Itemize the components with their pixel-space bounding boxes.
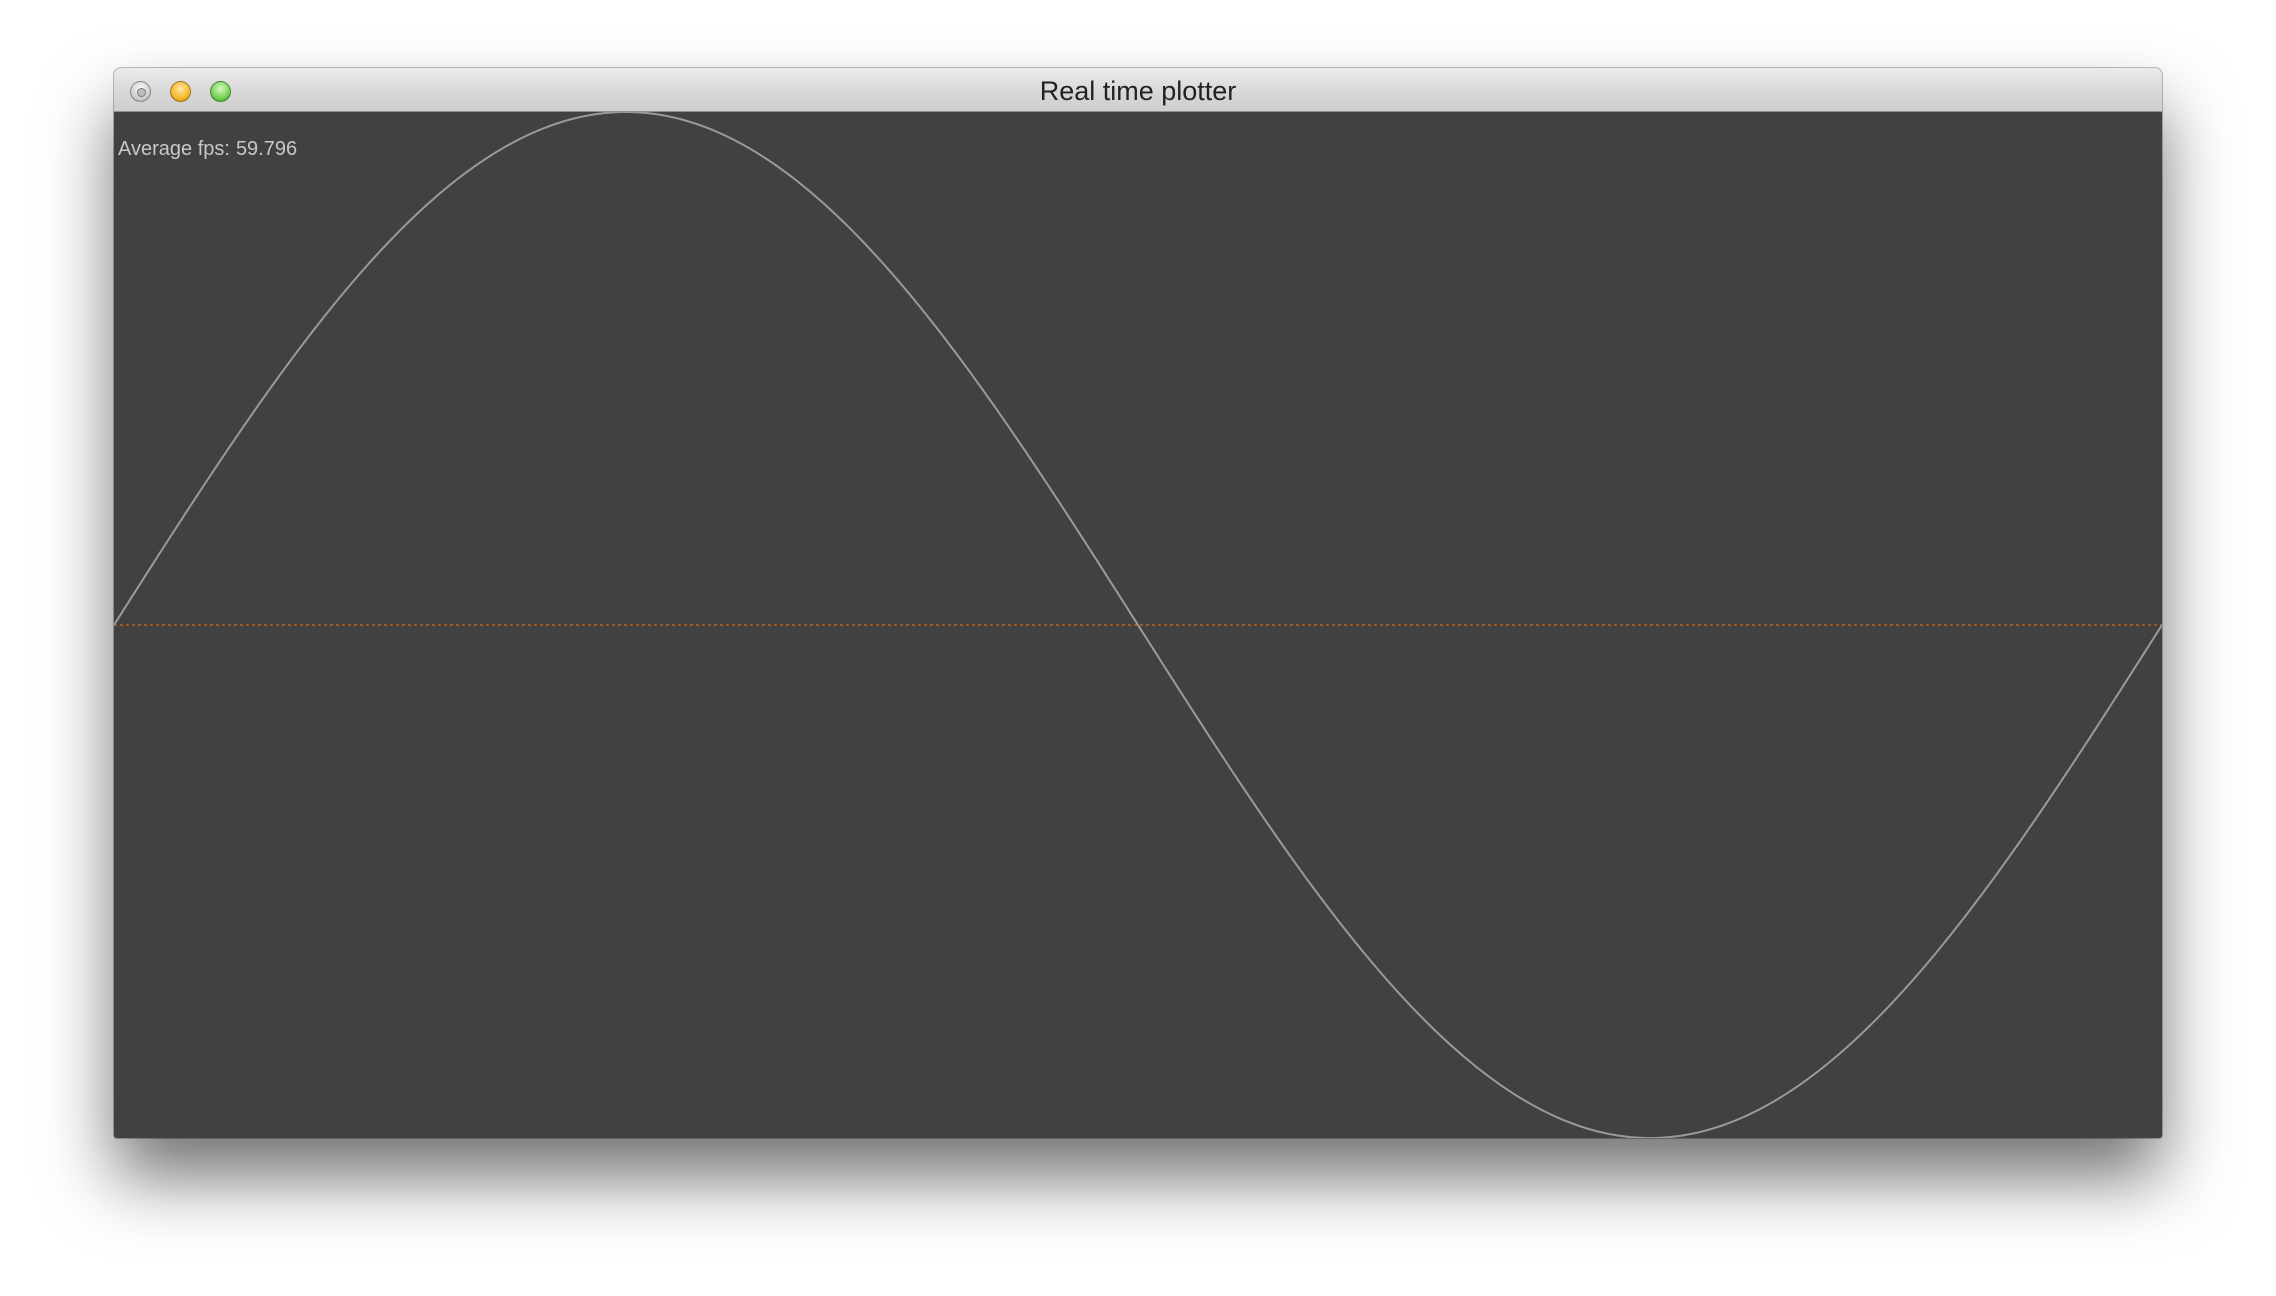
- fps-value: 59.796: [235, 138, 298, 160]
- fps-label: Average fps:: [118, 138, 230, 160]
- plot-canvas: [114, 112, 2162, 1138]
- fps-readout: Average fps: 59.796: [118, 138, 297, 161]
- plot-area: [114, 112, 2162, 1138]
- app-window: Real time plotter Average fps: 59.796: [114, 68, 2162, 1138]
- title-bar[interactable]: Real time plotter: [114, 68, 2162, 112]
- window-title: Real time plotter: [1039, 76, 1237, 106]
